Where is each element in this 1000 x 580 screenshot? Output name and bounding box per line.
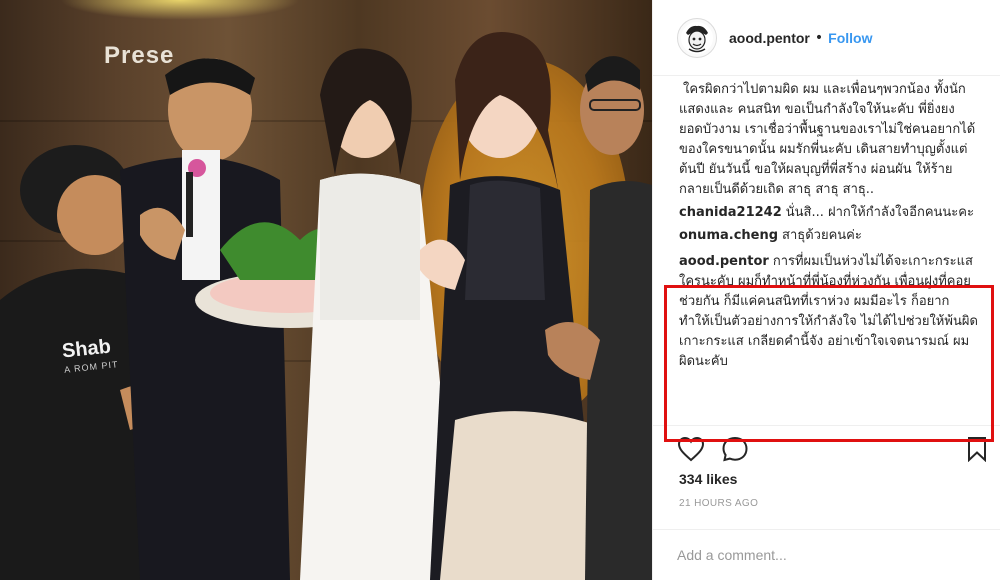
comment-item: ใครผิดกว่าไปตามผิด ผม และเพื่อนๆพวกน้อง … <box>679 80 979 200</box>
separator-dot: • <box>814 29 824 46</box>
post-timestamp[interactable]: 21 HOURS AGO <box>679 498 758 509</box>
heart-icon[interactable] <box>677 436 705 466</box>
avatar-illustration-icon <box>681 21 713 54</box>
post-header: aood.pentor • Follow <box>653 0 1000 76</box>
follow-button[interactable]: Follow <box>828 30 872 46</box>
comment-item: onuma.cheng สาธุด้วยคนค่ะ <box>679 226 979 246</box>
photo-people-illustration <box>0 32 652 580</box>
post-sidebar: aood.pentor • Follow ใครผิดกว่าไปตามผิด … <box>652 0 1000 580</box>
comment-item-highlighted: aood.pentor การที่ผมเป็นห่วงไม่ได้จะเกาะก… <box>679 252 979 372</box>
comment-text: สาธุด้วยคนค่ะ <box>782 228 862 243</box>
avatar[interactable] <box>677 17 717 58</box>
comment-username[interactable]: aood.pentor <box>679 254 769 269</box>
comment-text: นั่นสิ... ฝากให้กำลังใจอีกคนนะคะ <box>785 205 974 220</box>
like-count[interactable]: 334 likes <box>679 471 737 487</box>
add-comment-area <box>653 529 1000 580</box>
post-author-username[interactable]: aood.pentor <box>729 30 810 46</box>
comments-list: ใครผิดกว่าไปตามผิด ผม และเพื่อนๆพวกน้อง … <box>679 80 979 375</box>
comment-item: chanida21242 นั่นสิ... ฝากให้กำลังใจอีกคน… <box>679 203 979 223</box>
post-photo[interactable]: Prese Shab A ROM PIT <box>0 0 652 580</box>
bookmark-icon[interactable] <box>967 436 987 466</box>
post-actions: 334 likes 21 HOURS AGO <box>653 425 1000 580</box>
comment-text: การที่ผมเป็นห่วงไม่ได้จะเกาะกระแสใครนะคั… <box>679 254 978 369</box>
comment-username[interactable]: chanida21242 <box>679 205 782 220</box>
comment-text: ใครผิดกว่าไปตามผิด ผม และเพื่อนๆพวกน้อง … <box>679 82 976 197</box>
comment-bubble-icon[interactable] <box>721 436 749 466</box>
comment-username[interactable]: onuma.cheng <box>679 228 778 243</box>
add-comment-input[interactable] <box>677 542 977 568</box>
